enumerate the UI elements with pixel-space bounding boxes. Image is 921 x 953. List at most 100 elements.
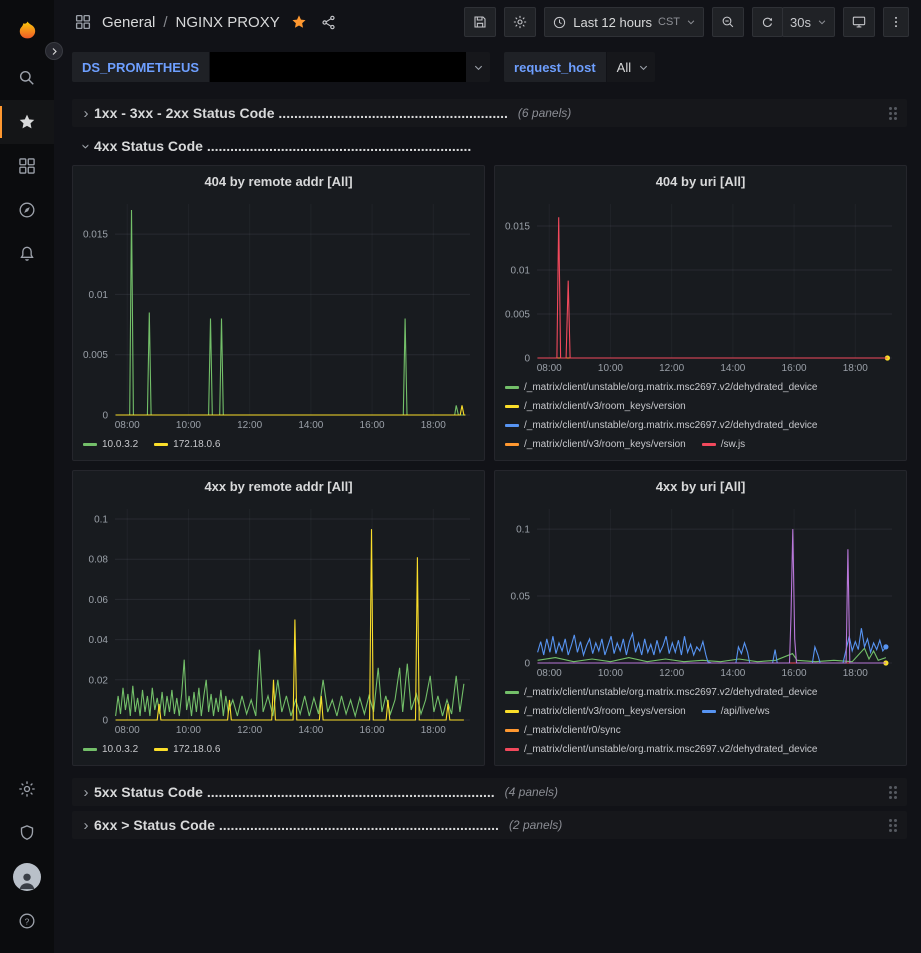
row-6xx[interactable]: › 6xx > Status Code ....................… xyxy=(72,811,907,839)
legend-item[interactable]: /_matrix/client/v3/room_keys/version xyxy=(505,398,686,415)
legend-item[interactable]: /_matrix/client/v3/room_keys/version xyxy=(505,703,686,720)
request-host-value-dropdown[interactable]: All xyxy=(607,52,655,82)
row-1xx-3xx-2xx[interactable]: › 1xx - 3xx - 2xx Status Code ..........… xyxy=(72,99,907,127)
legend-item[interactable]: /api/live/ws xyxy=(702,703,770,720)
svg-text:0.01: 0.01 xyxy=(89,290,109,301)
dashboard-settings-button[interactable] xyxy=(504,7,536,37)
svg-text:10:00: 10:00 xyxy=(176,420,201,431)
legend-item[interactable]: /_matrix/client/unstable/org.matrix.msc2… xyxy=(505,417,817,434)
legend-item[interactable]: /_matrix/client/unstable/org.matrix.msc2… xyxy=(505,684,817,701)
timeseries-chart[interactable]: 08:0010:0012:0014:0016:0018:0000.050.1 xyxy=(495,501,906,681)
legend-item[interactable]: /sw.js xyxy=(702,436,745,453)
legend-item[interactable]: 172.18.0.6 xyxy=(154,741,220,758)
datasource-value-dropdown[interactable] xyxy=(210,52,490,82)
sidebar-item-server-admin[interactable] xyxy=(0,811,54,855)
kebab-menu-button[interactable] xyxy=(883,7,909,37)
legend-item[interactable]: 172.18.0.6 xyxy=(154,436,220,453)
drag-handle-icon[interactable] xyxy=(885,105,901,121)
refresh-button[interactable] xyxy=(752,7,783,37)
row-4xx[interactable]: › 4xx Status Code ......................… xyxy=(72,132,907,160)
monitor-icon xyxy=(851,14,867,30)
svg-text:0.015: 0.015 xyxy=(505,222,530,233)
row-panel-count: (2 panels) xyxy=(509,818,562,832)
tv-mode-button[interactable] xyxy=(843,7,875,37)
svg-text:12:00: 12:00 xyxy=(237,725,262,736)
svg-text:0.1: 0.1 xyxy=(94,515,108,526)
drag-handle-icon[interactable] xyxy=(885,784,901,800)
legend-item[interactable]: /_matrix/client/r0/sync xyxy=(505,722,621,739)
variable-label-ds-prometheus[interactable]: DS_PROMETHEUS xyxy=(72,52,209,82)
bell-icon xyxy=(17,244,37,264)
legend-swatch xyxy=(702,443,716,446)
sidebar-item-explore[interactable] xyxy=(0,188,54,232)
chevron-down-icon xyxy=(817,17,827,27)
chart-legend: /_matrix/client/unstable/org.matrix.msc2… xyxy=(495,681,906,765)
gear-icon xyxy=(17,779,37,799)
variable-label-request-host[interactable]: request_host xyxy=(504,52,606,82)
share-button[interactable] xyxy=(318,12,339,33)
chart-legend: 10.0.3.2 172.18.0.6 xyxy=(73,433,484,460)
refresh-group: 30s xyxy=(752,7,835,37)
question-circle-icon: ? xyxy=(17,911,37,931)
svg-text:16:00: 16:00 xyxy=(782,363,807,374)
svg-text:0.02: 0.02 xyxy=(89,675,109,686)
svg-text:10:00: 10:00 xyxy=(176,725,201,736)
row-title: 4xx Status Code ........................… xyxy=(94,138,471,154)
legend-item[interactable]: /_matrix/client/v3/room_keys/version xyxy=(505,436,686,453)
svg-text:0: 0 xyxy=(524,354,530,365)
legend-series-name: /_matrix/client/unstable/org.matrix.msc2… xyxy=(524,379,817,396)
sidebar-item-dashboards[interactable] xyxy=(0,144,54,188)
variable-request-host: request_host All xyxy=(504,52,655,82)
svg-text:0: 0 xyxy=(102,716,108,727)
breadcrumb-section[interactable]: General xyxy=(102,14,155,31)
time-range-picker[interactable]: Last 12 hours CST xyxy=(544,7,704,37)
legend-series-name: /_matrix/client/v3/room_keys/version xyxy=(524,703,686,720)
sidebar-item-search[interactable] xyxy=(0,56,54,100)
svg-text:16:00: 16:00 xyxy=(782,668,807,679)
sidebar-item-help[interactable]: ? xyxy=(0,899,54,943)
legend-item[interactable]: /_matrix/client/unstable/org.matrix.msc2… xyxy=(505,741,817,758)
legend-series-name: 172.18.0.6 xyxy=(173,741,220,758)
refresh-interval-picker[interactable]: 30s xyxy=(782,7,835,37)
sidebar-item-alerting[interactable] xyxy=(0,232,54,276)
chart-legend: /_matrix/client/unstable/org.matrix.msc2… xyxy=(495,376,906,460)
sidebar-item-starred[interactable] xyxy=(0,100,54,144)
panel-title[interactable]: 404 by uri [All] xyxy=(495,166,906,196)
user-avatar xyxy=(13,863,41,891)
legend-series-name: 10.0.3.2 xyxy=(102,436,138,453)
legend-series-name: /api/live/ws xyxy=(721,703,770,720)
dashboards-grid-icon xyxy=(17,156,37,176)
svg-text:0.04: 0.04 xyxy=(89,635,109,646)
legend-item[interactable]: 10.0.3.2 xyxy=(83,436,138,453)
panel-title[interactable]: 4xx by remote addr [All] xyxy=(73,471,484,501)
timeseries-chart[interactable]: 08:0010:0012:0014:0016:0018:0000.0050.01… xyxy=(73,196,484,433)
row-5xx[interactable]: › 5xx Status Code ......................… xyxy=(72,778,907,806)
row-title: 1xx - 3xx - 2xx Status Code ............… xyxy=(94,105,508,121)
panel-title[interactable]: 4xx by uri [All] xyxy=(495,471,906,501)
legend-swatch xyxy=(505,748,519,751)
zoom-out-button[interactable] xyxy=(712,7,744,37)
sidebar-item-profile[interactable] xyxy=(0,855,54,899)
breadcrumb-dashboard-title[interactable]: NGINX PROXY xyxy=(176,14,280,31)
legend-swatch xyxy=(505,443,519,446)
drag-handle-icon[interactable] xyxy=(885,817,901,833)
save-dashboard-button[interactable] xyxy=(464,7,496,37)
favorite-star-button[interactable] xyxy=(288,11,310,33)
legend-swatch xyxy=(154,748,168,751)
legend-item[interactable]: /_matrix/client/unstable/org.matrix.msc2… xyxy=(505,379,817,396)
sidebar: ? xyxy=(0,0,54,953)
sidebar-expand-button[interactable] xyxy=(45,42,63,60)
timeseries-chart[interactable]: 08:0010:0012:0014:0016:0018:0000.020.040… xyxy=(73,501,484,738)
sidebar-item-configuration[interactable] xyxy=(0,767,54,811)
svg-text:0.015: 0.015 xyxy=(83,230,108,241)
svg-text:0.005: 0.005 xyxy=(83,350,108,361)
panel-title[interactable]: 404 by remote addr [All] xyxy=(73,166,484,196)
chevron-down-icon: › xyxy=(78,138,95,154)
timeseries-chart[interactable]: 08:0010:0012:0014:0016:0018:0000.0050.01… xyxy=(495,196,906,376)
legend-series-name: /_matrix/client/unstable/org.matrix.msc2… xyxy=(524,684,817,701)
row-title: 6xx > Status Code ......................… xyxy=(94,817,499,833)
svg-text:14:00: 14:00 xyxy=(720,668,745,679)
legend-item[interactable]: 10.0.3.2 xyxy=(83,741,138,758)
panel-404-by-remote-addr: 404 by remote addr [All] 08:0010:0012:00… xyxy=(72,165,485,461)
svg-text:18:00: 18:00 xyxy=(843,668,868,679)
